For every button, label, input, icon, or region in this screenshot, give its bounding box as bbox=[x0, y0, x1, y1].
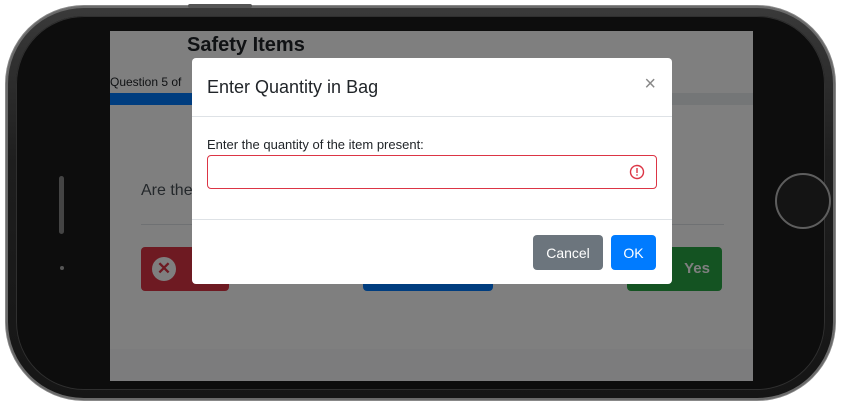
close-icon[interactable]: × bbox=[644, 74, 656, 94]
phone-home-button[interactable] bbox=[775, 173, 831, 229]
app-screen: Safety Items Question 5 of Are there ✕ Y… bbox=[110, 31, 753, 381]
cancel-button[interactable]: Cancel bbox=[533, 235, 603, 270]
ok-button[interactable]: OK bbox=[611, 235, 656, 270]
quantity-field-label: Enter the quantity of the item present: bbox=[207, 137, 424, 152]
modal-footer: Cancel OK bbox=[192, 219, 672, 285]
phone-speaker-slot bbox=[59, 176, 64, 234]
quantity-input[interactable] bbox=[207, 155, 657, 189]
exclamation-circle-icon bbox=[629, 164, 645, 180]
phone-top-button bbox=[188, 4, 252, 8]
modal-title: Enter Quantity in Bag bbox=[207, 77, 379, 97]
quantity-modal: Enter Quantity in Bag × Enter the quanti… bbox=[192, 58, 672, 284]
modal-header: Enter Quantity in Bag × bbox=[192, 58, 672, 117]
phone-camera-dot bbox=[60, 266, 64, 270]
